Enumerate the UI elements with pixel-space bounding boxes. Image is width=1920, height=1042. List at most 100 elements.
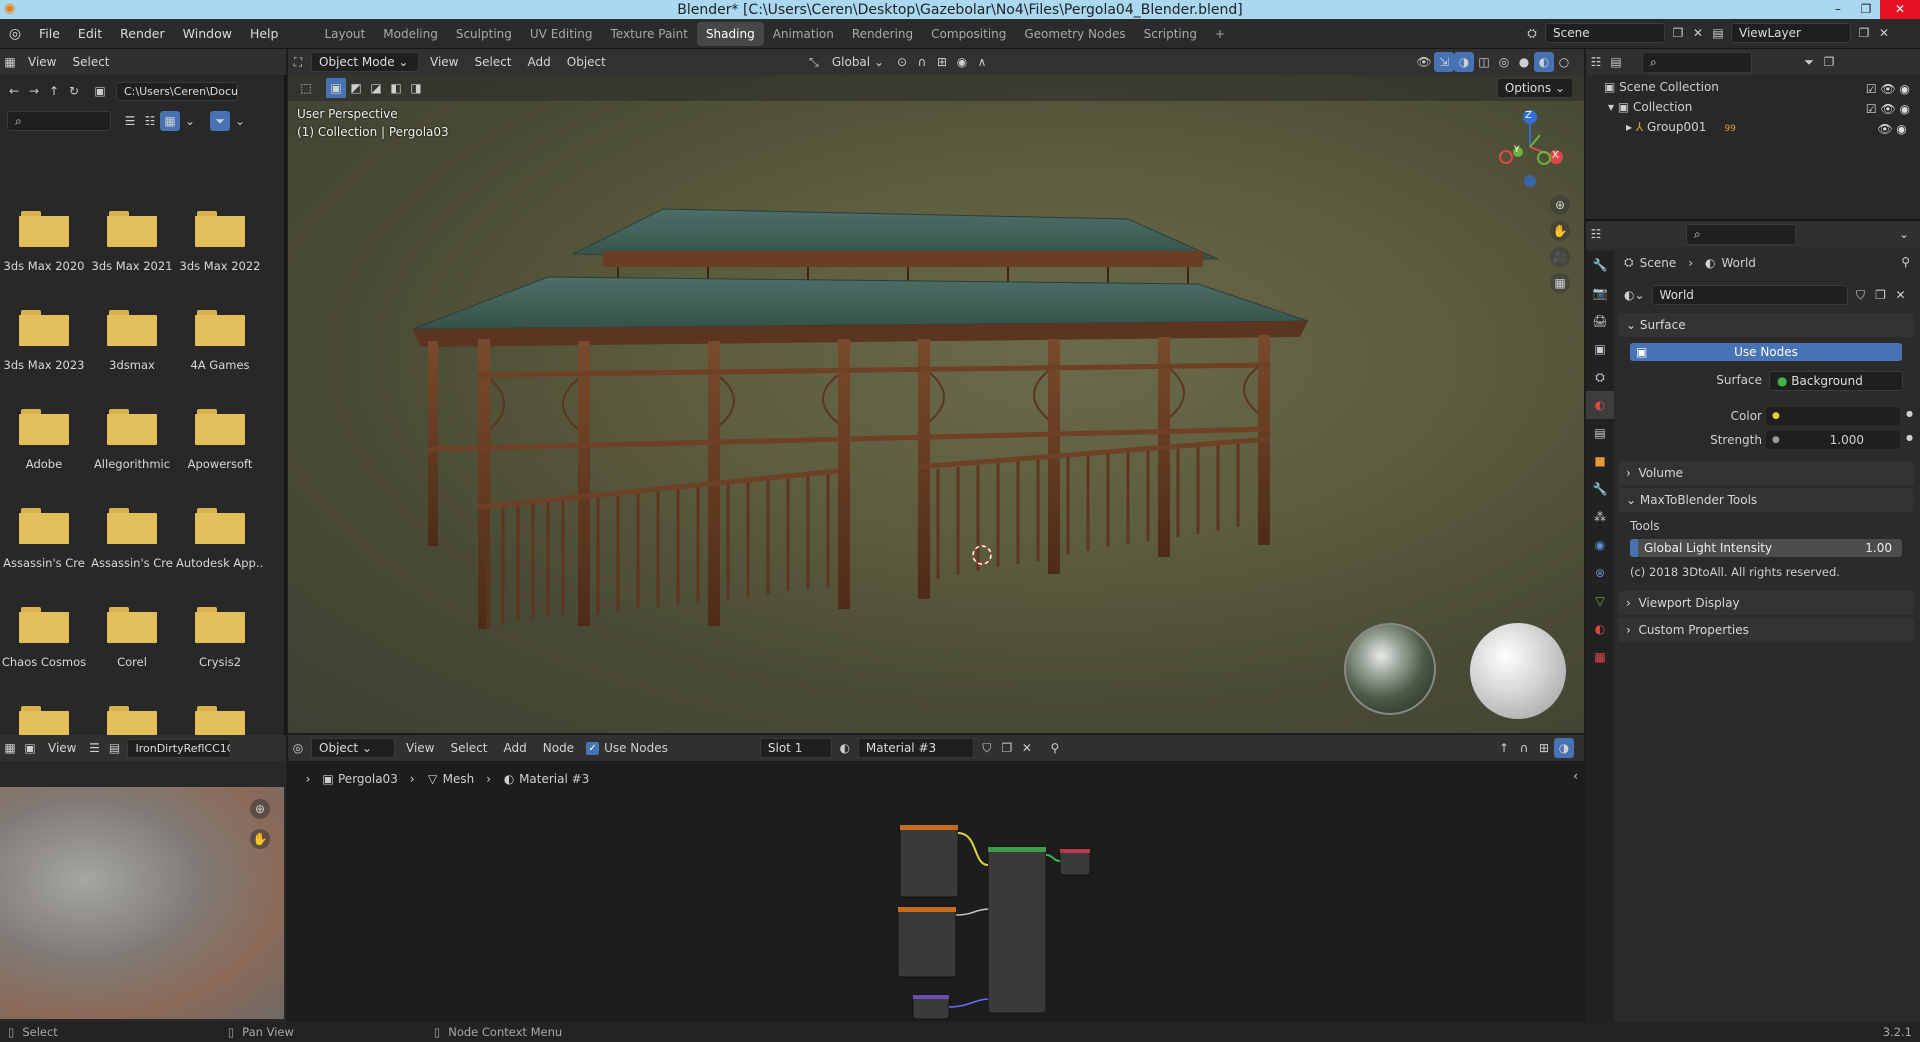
editor-type-icon[interactable]: ◎ xyxy=(288,738,308,758)
chevron-right-icon[interactable]: ▸ xyxy=(1626,120,1636,134)
add-workspace-icon[interactable]: + xyxy=(1206,22,1234,46)
editor-type-icon[interactable]: ⛶ xyxy=(288,52,308,72)
outliner-search-input[interactable]: ⌕ xyxy=(1642,51,1752,73)
overlay-icon[interactable]: ◑ xyxy=(1554,738,1574,758)
viewport-display-section-header[interactable]: › Viewport Display xyxy=(1618,591,1914,615)
folder-item[interactable]: 3ds Max 2021 xyxy=(88,211,176,273)
render-tab-icon[interactable]: 📷 xyxy=(1586,279,1614,307)
select-tool-icon[interactable]: ⬚ xyxy=(296,78,316,98)
unlink-icon[interactable]: ✕ xyxy=(1017,738,1037,758)
chevron-down-icon[interactable]: ▾ xyxy=(1608,100,1618,114)
tab-modeling[interactable]: Modeling xyxy=(374,22,447,46)
menu-edit[interactable]: Edit xyxy=(69,19,111,49)
path-field[interactable]: C:\Users\Ceren\Docu... xyxy=(116,81,238,101)
use-nodes-button[interactable]: ▣ Use Nodes xyxy=(1630,343,1902,361)
pivot-icon[interactable]: ⊙ xyxy=(892,52,912,72)
sidebar-toggle-icon[interactable]: ‹ xyxy=(1573,769,1578,783)
use-nodes-checkbox[interactable]: ✓ Use Nodes xyxy=(586,741,668,755)
camera-view-icon[interactable]: 🎥 xyxy=(1550,247,1570,267)
list-vertical-icon[interactable]: ☰ xyxy=(120,111,140,131)
zoom-icon[interactable]: ⊕ xyxy=(250,799,270,819)
ne-menu-view[interactable]: View xyxy=(400,739,440,757)
folder-item[interactable]: Chaos Cosmos xyxy=(0,607,88,669)
world-name-field[interactable]: World xyxy=(1651,285,1848,305)
ortho-grid-icon[interactable]: ▦ xyxy=(1550,273,1570,293)
menu-window[interactable]: Window xyxy=(174,19,241,49)
close-icon[interactable]: ✕ xyxy=(1880,0,1920,19)
delete-scene-icon[interactable]: ✕ xyxy=(1688,23,1708,43)
rendered-shading-icon[interactable]: ○ xyxy=(1554,52,1574,72)
folder-item[interactable]: 3ds Max 2022 xyxy=(176,211,264,273)
folder-item[interactable]: 3ds Max 2023 xyxy=(0,310,88,372)
snap-icon[interactable]: ∩ xyxy=(1514,738,1534,758)
fb-menu-select[interactable]: Select xyxy=(66,53,115,71)
particles-tab-icon[interactable]: ⁂ xyxy=(1586,503,1614,531)
parent-node-tree-icon[interactable]: ↑ xyxy=(1494,738,1514,758)
tab-scripting[interactable]: Scripting xyxy=(1135,22,1206,46)
object-tab-icon[interactable]: ■ xyxy=(1586,447,1614,475)
transform-orientation[interactable]: Global ⌄ xyxy=(826,53,890,71)
select-invert-icon[interactable]: ◧ xyxy=(386,78,406,98)
data-tab-icon[interactable]: ▽ xyxy=(1586,587,1614,615)
select-extend-icon[interactable]: ◩ xyxy=(346,78,366,98)
tab-geometry-nodes[interactable]: Geometry Nodes xyxy=(1015,22,1134,46)
outliner-collection[interactable]: ▾ ▣ Collection xyxy=(1608,97,1736,117)
image-icon[interactable]: ▣ xyxy=(20,738,40,758)
back-icon[interactable]: ← xyxy=(4,81,24,101)
zoom-icon[interactable]: ⊕ xyxy=(1550,195,1570,215)
select-new-icon[interactable]: ▣ xyxy=(326,78,346,98)
folder-item[interactable]: 3dsmax xyxy=(88,310,176,372)
constraint-tab-icon[interactable]: ⊗ xyxy=(1586,559,1614,587)
visibility-icon[interactable]: 👁 xyxy=(1414,52,1434,72)
chevron-down-icon[interactable]: ⌄ xyxy=(230,111,250,131)
menu-help[interactable]: Help xyxy=(241,19,288,49)
group-visibility-icons[interactable]: 👁 ◉ xyxy=(1866,119,1910,139)
pan-hand-icon[interactable]: ✋ xyxy=(1550,221,1570,241)
minimize-icon[interactable]: – xyxy=(1824,0,1852,19)
output-tab-icon[interactable]: 🖨 xyxy=(1586,307,1614,335)
new-viewlayer-icon[interactable]: ❐ xyxy=(1854,23,1874,43)
pin-icon[interactable]: ⚲ xyxy=(1045,738,1065,758)
collection-tab-icon[interactable]: ▤ xyxy=(1586,419,1614,447)
ne-menu-add[interactable]: Add xyxy=(498,739,533,757)
menu-file[interactable]: File xyxy=(30,19,69,49)
material-icon[interactable]: ◐ xyxy=(835,738,855,758)
editor-type-icon[interactable]: ▦ xyxy=(0,52,20,72)
folder-item[interactable]: Corel xyxy=(88,607,176,669)
custom-properties-section-header[interactable]: › Custom Properties xyxy=(1618,618,1914,642)
strength-field[interactable]: ● 1.000 xyxy=(1766,431,1900,449)
folder-item[interactable]: Autodesk App... xyxy=(176,508,264,570)
world-tab-icon[interactable]: ◐ xyxy=(1586,391,1614,419)
folder-item[interactable]: Allegorithmic xyxy=(88,409,176,471)
unlink-icon[interactable]: ✕ xyxy=(1891,285,1911,305)
list-horizontal-icon[interactable]: ☷ xyxy=(140,111,160,131)
ne-menu-select[interactable]: Select xyxy=(444,739,493,757)
tab-layout[interactable]: Layout xyxy=(315,22,374,46)
material-tab-icon[interactable]: ◐ xyxy=(1586,615,1614,643)
fb-menu-view[interactable]: View xyxy=(22,53,62,71)
3d-cursor-icon[interactable] xyxy=(970,543,994,567)
xray-icon[interactable]: ◫ xyxy=(1474,52,1494,72)
filter-icon[interactable]: ⏷ xyxy=(1799,52,1819,72)
surface-shader-field[interactable]: ● Background xyxy=(1769,371,1903,391)
solid-shading-icon[interactable]: ● xyxy=(1514,52,1534,72)
new-collection-icon[interactable]: ❐ xyxy=(1819,52,1839,72)
surface-section-header[interactable]: ⌄ Surface xyxy=(1618,313,1914,337)
chevron-down-icon[interactable]: ⌄ xyxy=(1894,224,1914,244)
new-material-icon[interactable]: ❐ xyxy=(997,738,1017,758)
vp-menu-select[interactable]: Select xyxy=(468,53,517,71)
vp-menu-object[interactable]: Object xyxy=(561,53,612,71)
editor-type-icon[interactable]: ▦ xyxy=(0,738,20,758)
proportional-edit-icon[interactable]: ◉ xyxy=(952,52,972,72)
image-name-field[interactable]: IronDirtyReflCC1Col xyxy=(127,738,232,758)
select-intersect-icon[interactable]: ◨ xyxy=(406,78,426,98)
tab-uv-editing[interactable]: UV Editing xyxy=(521,22,602,46)
image-browse-icon[interactable]: ▤ xyxy=(104,738,124,758)
folder-item[interactable]: Adobe xyxy=(0,409,88,471)
scene-selector[interactable]: Scene xyxy=(1545,23,1665,43)
parent-dir-icon[interactable]: ↑ xyxy=(44,81,64,101)
chevron-down-icon[interactable]: ⌄ xyxy=(180,111,200,131)
fb-search-input[interactable]: ⌕ xyxy=(7,111,111,131)
snap-icon[interactable]: ∩ xyxy=(912,52,932,72)
delete-viewlayer-icon[interactable]: ✕ xyxy=(1874,23,1894,43)
